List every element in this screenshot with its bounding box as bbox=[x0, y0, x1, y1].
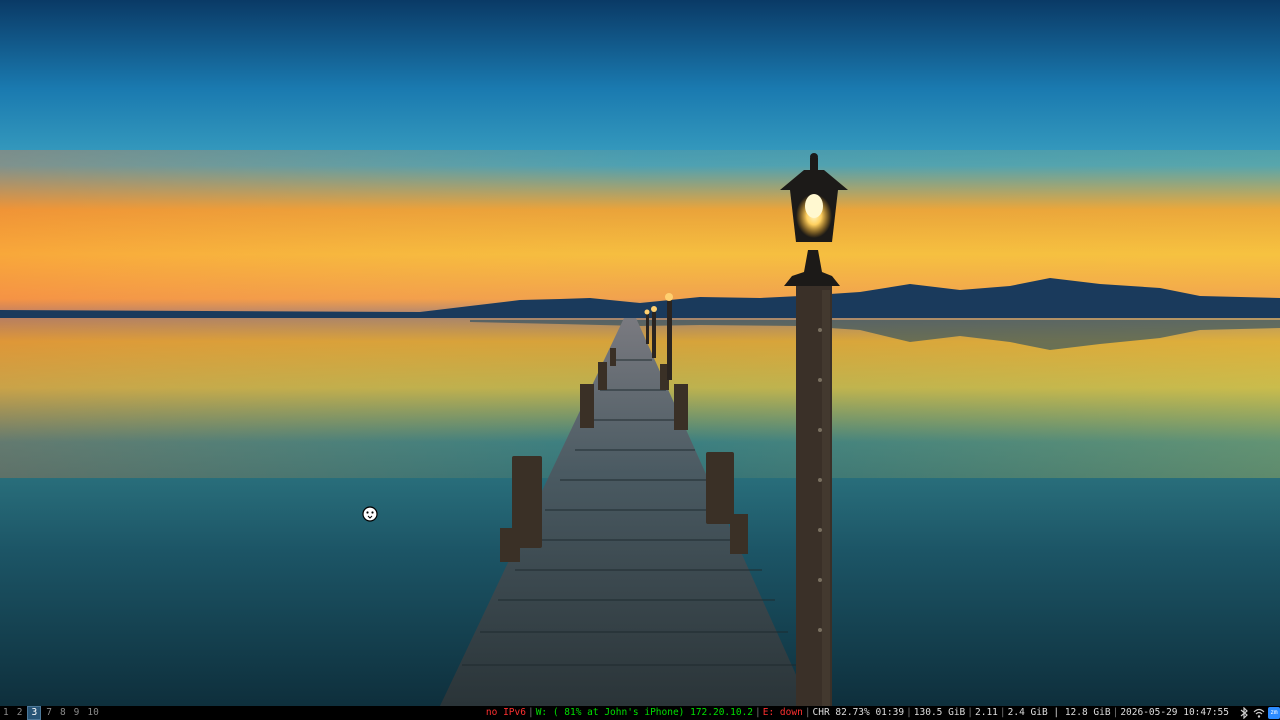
workspace-button[interactable]: 8 bbox=[57, 706, 69, 720]
bluetooth-icon[interactable] bbox=[1238, 707, 1250, 719]
workspace-button-active[interactable]: 3 bbox=[27, 706, 42, 720]
zoom-app-icon[interactable]: zm bbox=[1268, 707, 1280, 719]
mouse-cursor-icon bbox=[362, 506, 378, 522]
status-separator: | bbox=[967, 707, 974, 718]
wifi-status: W: ( 81% at John's iPhone) 172.20.10.2 bbox=[535, 707, 754, 718]
ipv6-status: no IPv6 bbox=[485, 707, 526, 718]
workspace-button[interactable]: 2 bbox=[14, 706, 26, 720]
wifi-icon[interactable] bbox=[1253, 707, 1265, 719]
desktop-wallpaper bbox=[0, 0, 1280, 706]
status-separator: | bbox=[527, 707, 534, 718]
datetime-status: 2026-05-29 10:47:55 bbox=[1120, 707, 1229, 718]
workspace-button[interactable]: 9 bbox=[71, 706, 83, 720]
status-separator: | bbox=[906, 707, 912, 718]
status-separator: | bbox=[755, 707, 761, 718]
workspace-button[interactable]: 7 bbox=[43, 706, 55, 720]
workspace-switcher: 1 2 3 7 8 9 10 bbox=[0, 706, 104, 720]
load-status: 2.11 bbox=[975, 707, 998, 718]
status-separator: | bbox=[1112, 707, 1119, 718]
status-separator: | bbox=[999, 707, 1006, 718]
memory-status: 2.4 GiB | 12.8 GiB bbox=[1007, 707, 1111, 718]
status-bar: 1 2 3 7 8 9 10 no IPv6 | W: ( 81% at Joh… bbox=[0, 706, 1280, 720]
workspace-button[interactable]: 10 bbox=[84, 706, 101, 720]
zoom-app-label: zm bbox=[1270, 709, 1278, 716]
battery-status: CHR 82.73% 01:39 bbox=[812, 707, 905, 718]
status-separator: | bbox=[804, 707, 811, 718]
disk-status: 130.5 GiB bbox=[913, 707, 966, 718]
ethernet-status: E: down bbox=[762, 707, 803, 718]
status-blocks: no IPv6 | W: ( 81% at John's iPhone) 172… bbox=[486, 706, 1280, 720]
workspace-button[interactable]: 1 bbox=[0, 706, 12, 720]
system-tray: zm bbox=[1235, 707, 1280, 719]
